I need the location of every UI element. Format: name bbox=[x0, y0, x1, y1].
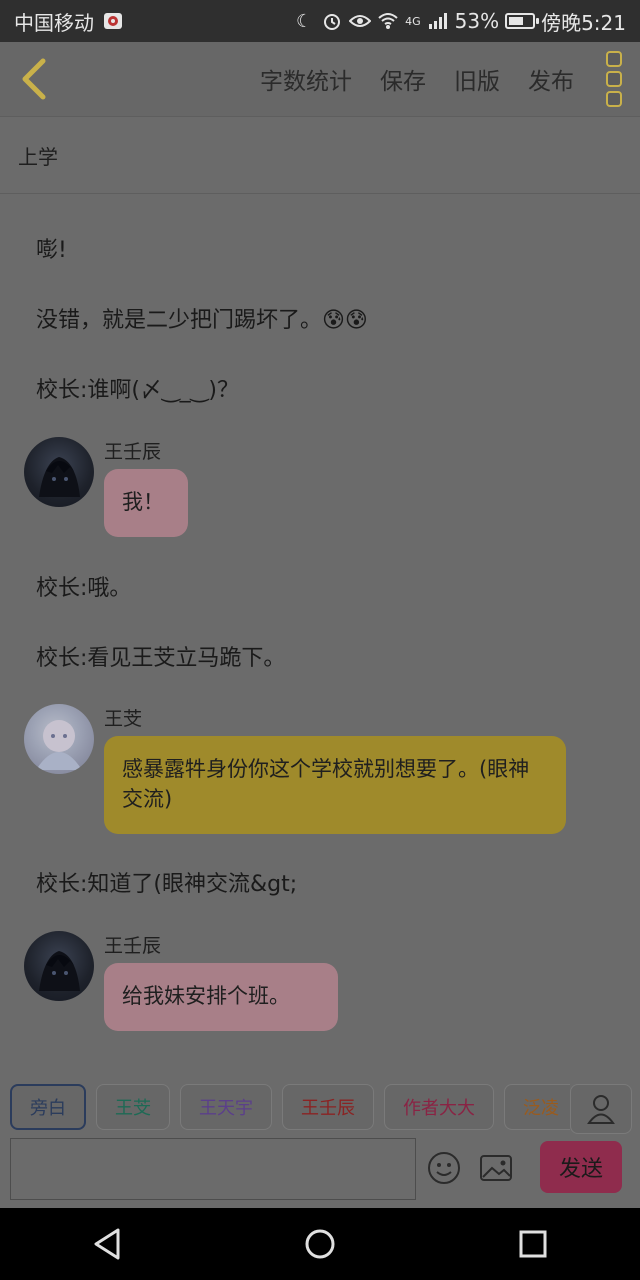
battery-percent: 53% bbox=[454, 9, 500, 33]
avatar-image bbox=[39, 457, 80, 497]
image-button[interactable] bbox=[476, 1148, 516, 1188]
image-icon bbox=[480, 1155, 512, 1181]
character-chip[interactable]: 作者大大 bbox=[384, 1084, 494, 1130]
publish-button[interactable]: 发布 bbox=[528, 62, 574, 96]
toolbar-actions: 字数统计 保存 旧版 发布 bbox=[260, 62, 574, 96]
avatar[interactable] bbox=[24, 704, 94, 774]
character-chip[interactable]: 泛凌 bbox=[504, 1084, 570, 1130]
save-button[interactable]: 保存 bbox=[380, 62, 426, 96]
status-left: 中国移动 bbox=[14, 7, 124, 36]
narration-line[interactable]: 嘭! bbox=[36, 232, 67, 264]
dialogue-bubble[interactable]: 感暴露牪身份你这个学校就别想要了。(眼神交流) bbox=[104, 736, 566, 834]
back-button[interactable] bbox=[14, 55, 54, 103]
wifi-icon bbox=[377, 10, 399, 32]
character-chip[interactable]: 王壬辰 bbox=[282, 1084, 374, 1130]
send-button[interactable]: 发送 bbox=[540, 1141, 622, 1193]
composer: 旁白 王芠 王天宇 王壬辰 作者大大 泛凌 发送 bbox=[0, 1060, 640, 1208]
nav-back-button[interactable] bbox=[77, 1214, 137, 1274]
avatar-image bbox=[39, 951, 80, 991]
character-chip[interactable]: 王天宇 bbox=[180, 1084, 272, 1130]
emoji-button[interactable] bbox=[424, 1148, 464, 1188]
app-notification-icon bbox=[102, 10, 124, 32]
story-title-bar[interactable]: 上学 bbox=[0, 116, 640, 194]
triangle-back-icon bbox=[94, 1228, 120, 1260]
nav-home-button[interactable] bbox=[290, 1214, 350, 1274]
speaker-name: 王芠 bbox=[104, 708, 143, 730]
user-icon bbox=[587, 1095, 615, 1124]
clock: 傍晚5:21 bbox=[541, 10, 626, 35]
dialogue-bubble[interactable]: 给我妹安排个班。 bbox=[104, 963, 338, 1031]
carrier-label: 中国移动 bbox=[14, 10, 94, 35]
message-input[interactable] bbox=[10, 1138, 416, 1200]
avatar-image bbox=[36, 720, 82, 770]
avatar[interactable] bbox=[24, 437, 94, 507]
character-chip[interactable]: 王芠 bbox=[96, 1084, 170, 1130]
speaker-name: 王壬辰 bbox=[104, 935, 162, 957]
square-recent-icon bbox=[519, 1230, 547, 1258]
add-character-button[interactable] bbox=[570, 1084, 632, 1134]
character-chip-narration[interactable]: 旁白 bbox=[10, 1084, 86, 1130]
signal-icon bbox=[427, 10, 449, 32]
moon-icon: ☾ bbox=[296, 10, 313, 32]
more-vertical-icon[interactable] bbox=[602, 51, 626, 107]
narration-line[interactable]: 校长:看见王芠立马跪下。 bbox=[36, 640, 285, 672]
network-type: 4G bbox=[405, 14, 421, 28]
status-bar: 中国移动 ☾ 4G 53% 傍晚5:21 bbox=[0, 0, 640, 42]
speaker-name: 王壬辰 bbox=[104, 441, 162, 463]
circle-home-icon bbox=[305, 1229, 335, 1259]
story-content[interactable]: 嘭! 没错，就是二少把门踢坏了。😰😰 校长:谁啊(〆‿_‿)？ 王壬辰 我！ 校… bbox=[0, 194, 640, 1060]
status-right: ☾ 4G 53% 傍晚5:21 bbox=[293, 7, 626, 36]
alarm-icon bbox=[321, 10, 343, 32]
avatar[interactable] bbox=[24, 931, 94, 1001]
narration-line[interactable]: 没错，就是二少把门踢坏了。😰😰 bbox=[36, 302, 368, 334]
chevron-left-icon bbox=[22, 58, 46, 100]
narration-line[interactable]: 校长:知道了(眼神交流&gt; bbox=[36, 866, 297, 898]
battery-icon bbox=[505, 13, 540, 29]
nav-recent-button[interactable] bbox=[503, 1214, 563, 1274]
smiley-icon bbox=[428, 1152, 460, 1184]
character-chips: 旁白 王芠 王天宇 王壬辰 作者大大 泛凌 bbox=[10, 1084, 570, 1132]
dialogue-bubble[interactable]: 我！ bbox=[104, 469, 188, 537]
narration-line[interactable]: 校长:哦。 bbox=[36, 570, 131, 602]
system-nav-bar bbox=[0, 1208, 640, 1280]
word-count-button[interactable]: 字数统计 bbox=[260, 62, 352, 96]
story-title: 上学 bbox=[18, 144, 58, 169]
old-version-button[interactable]: 旧版 bbox=[454, 62, 500, 96]
narration-line[interactable]: 校长:谁啊(〆‿_‿)？ bbox=[36, 372, 239, 404]
eye-icon bbox=[349, 10, 372, 32]
editor-toolbar: 字数统计 保存 旧版 发布 bbox=[0, 42, 640, 116]
